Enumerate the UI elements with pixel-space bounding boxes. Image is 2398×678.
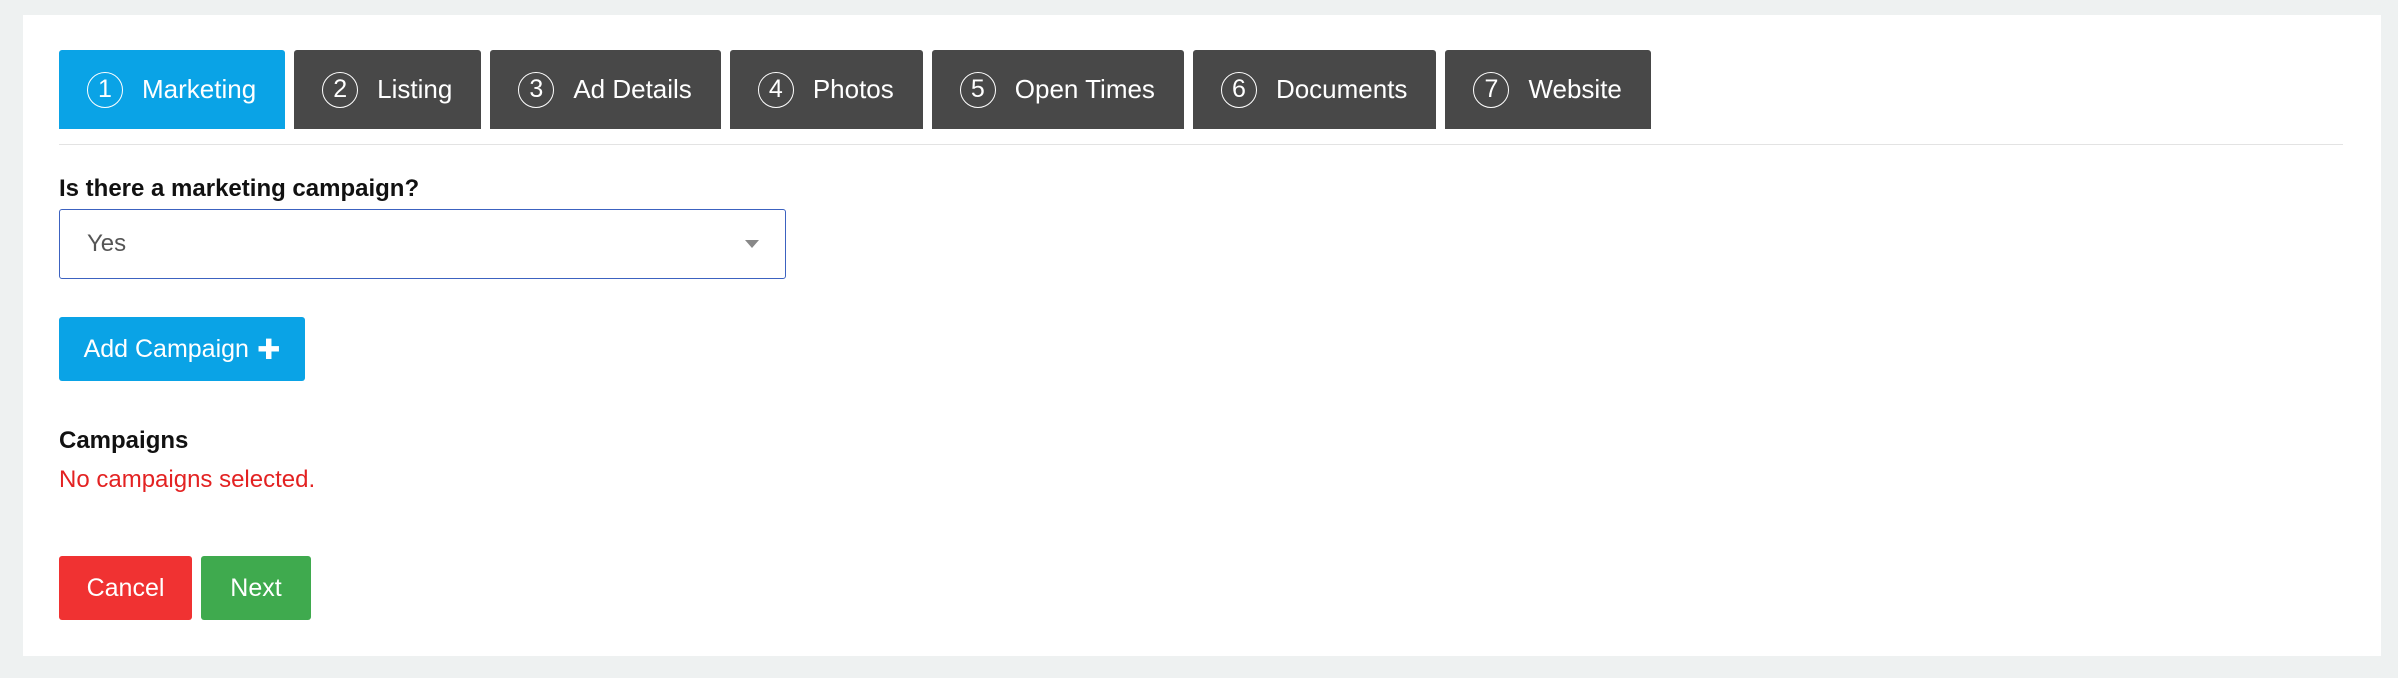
cancel-button[interactable]: Cancel — [59, 556, 192, 620]
tab-label: Website — [1528, 74, 1622, 104]
step-number-badge: 7 — [1473, 71, 1510, 108]
tab-ad-details[interactable]: 3 Ad Details — [490, 50, 721, 129]
marketing-campaign-select[interactable]: Yes — [59, 209, 786, 279]
tab-label: Marketing — [142, 74, 257, 104]
select-value: Yes — [87, 230, 127, 257]
no-campaigns-message: No campaigns selected. — [59, 466, 316, 493]
tab-label: Listing — [377, 74, 453, 104]
tab-photos[interactable]: 4 Photos — [729, 50, 923, 129]
tab-listing[interactable]: 2 Listing — [294, 50, 482, 129]
step-number-badge: 2 — [322, 71, 359, 108]
add-campaign-button[interactable]: Add Campaign ✚ — [59, 317, 305, 381]
tab-marketing[interactable]: 1 Marketing — [59, 50, 286, 129]
wizard-tabs: 1 Marketing 2 Listing 3 Ad Details 4 Pho… — [59, 50, 2343, 145]
form-card: 1 Marketing 2 Listing 3 Ad Details 4 Pho… — [23, 15, 2381, 656]
tab-label: Photos — [812, 74, 894, 104]
tab-label: Ad Details — [573, 74, 692, 104]
add-campaign-label: Add Campaign — [83, 334, 249, 363]
step-number-badge: 4 — [757, 71, 794, 108]
next-button[interactable]: Next — [201, 556, 311, 620]
tab-open-times[interactable]: 5 Open Times — [931, 50, 1184, 129]
plus-icon: ✚ — [256, 333, 281, 365]
caret-down-icon — [745, 240, 759, 248]
tab-website[interactable]: 7 Website — [1445, 50, 1651, 129]
campaigns-heading: Campaigns — [59, 427, 189, 454]
step-number-badge: 1 — [87, 71, 123, 108]
marketing-campaign-question: Is there a marketing campaign? — [59, 175, 420, 202]
step-number-badge: 3 — [518, 71, 555, 108]
tab-label: Documents — [1275, 74, 1408, 104]
step-number-badge: 5 — [959, 71, 996, 108]
tab-label: Open Times — [1014, 74, 1155, 104]
tab-documents[interactable]: 6 Documents — [1192, 50, 1437, 129]
step-number-badge: 6 — [1220, 71, 1257, 108]
